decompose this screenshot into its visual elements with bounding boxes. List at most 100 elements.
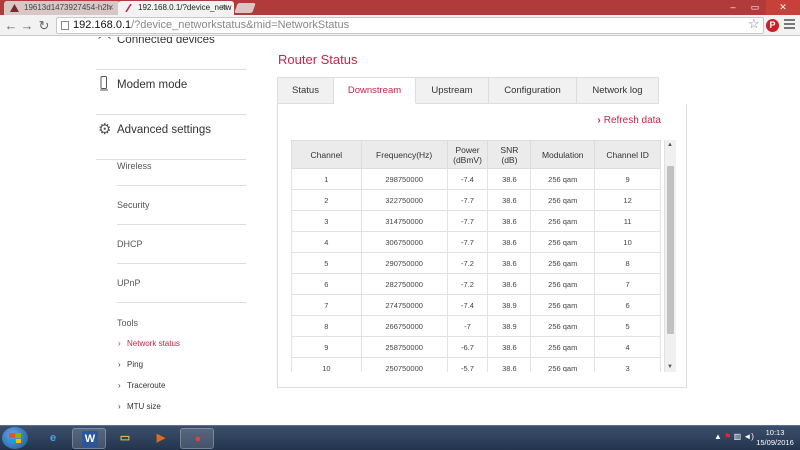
table-row: 4 306750000 -7.7 38.6 256 qam 10 <box>291 231 661 253</box>
back-arrow-icon[interactable]: ← <box>4 17 18 34</box>
table-cell: 4 <box>291 231 362 253</box>
sidebar-item-label: Wireless <box>117 161 152 171</box>
modem-icon <box>100 76 108 91</box>
table-cell: 256 qam <box>530 273 596 295</box>
taskbar-word[interactable]: W <box>72 428 106 449</box>
downstream-table: Channel Frequency(Hz) Power (dBmV) SNR (dB… <box>291 140 661 372</box>
word-icon: W <box>82 431 98 447</box>
table-cell: -7.2 <box>446 252 489 274</box>
table-cell: 250750000 <box>360 357 448 372</box>
browser-menu-icon[interactable] <box>784 19 795 31</box>
system-clock[interactable]: 10:13 15/09/2016 <box>752 428 798 448</box>
table-cell: 38.6 <box>487 210 532 232</box>
table-cell: 256 qam <box>530 168 596 190</box>
tab-network-log[interactable]: Network log <box>577 77 659 104</box>
table-cell: 38.9 <box>487 315 532 337</box>
network-icon[interactable]: ▥ <box>734 432 742 441</box>
browser-tab-1[interactable]: 19613d1473927454-h2h ✕ <box>4 1 120 15</box>
browser-toolbar: ← → ↻ 192.168.0.1/?device_networkstatus&… <box>0 15 800 36</box>
taskbar-chrome[interactable]: ● <box>180 428 214 449</box>
scroll-down-arrow-icon[interactable]: ▼ <box>667 364 673 370</box>
downstream-panel: › Refresh data Channel Frequency(Hz) Powe… <box>277 104 687 388</box>
table-cell: 256 qam <box>530 189 596 211</box>
close-tab-icon[interactable]: ✕ <box>221 1 228 15</box>
table-row: 7 274750000 -7.4 38.9 256 qam 6 <box>291 294 661 316</box>
sidebar-item-label: DHCP <box>117 239 143 249</box>
table-cell: 290750000 <box>360 252 448 274</box>
tab-upstream[interactable]: Upstream <box>416 77 489 104</box>
sidebar-item-upnp[interactable]: UPnP <box>117 264 246 303</box>
table-cell: 6 <box>291 273 362 295</box>
tab-status[interactable]: Status <box>277 77 334 104</box>
taskbar-file-explorer[interactable]: ▭ <box>108 428 142 449</box>
table-scrollbar[interactable]: ▲ ▼ <box>664 140 676 372</box>
column-header-text: Channel ID <box>606 149 649 160</box>
tool-network-status[interactable]: › Network status <box>118 339 180 348</box>
close-tab-icon[interactable]: ✕ <box>107 1 114 15</box>
tool-ping[interactable]: › Ping <box>118 360 143 369</box>
taskbar-media-player[interactable]: ▶ <box>144 428 178 449</box>
chevron-right-icon: › <box>597 115 601 126</box>
tool-label: Network status <box>127 339 180 348</box>
table-cell: 256 qam <box>530 210 596 232</box>
downstream-table-container[interactable]: Channel Frequency(Hz) Power (dBmV) SNR (dB… <box>291 140 676 372</box>
table-cell: 10 <box>594 231 661 253</box>
address-bar[interactable]: 192.168.0.1/?device_networkstatus&mid=Ne… <box>56 17 764 34</box>
taskbar-internet-explorer[interactable]: e <box>36 428 70 449</box>
windows-taskbar: e W ▭ ▶ ● ▲ ⚑ ▥ ◄) 10:13 15/09/2016 <box>0 425 800 450</box>
sidebar-item-wireless[interactable]: Wireless <box>117 147 246 186</box>
minimize-icon[interactable]: – <box>722 0 744 15</box>
bookmark-star-icon[interactable]: ☆ <box>748 16 760 32</box>
table-cell: 306750000 <box>360 231 448 253</box>
sidebar-item-label: Security <box>117 200 150 210</box>
sidebar-item-modem-mode[interactable]: Modem mode <box>96 70 246 115</box>
pinterest-extension-icon[interactable]: P <box>766 19 779 32</box>
table-cell: 1 <box>291 168 362 190</box>
show-hidden-icons-icon[interactable]: ▲ <box>714 432 722 441</box>
chevron-right-icon: › <box>118 402 121 411</box>
table-cell: 258750000 <box>360 336 448 358</box>
table-cell: 322750000 <box>360 189 448 211</box>
action-center-flag-icon[interactable]: ⚑ <box>724 432 731 441</box>
tab-downstream[interactable]: Downstream <box>334 77 416 104</box>
maximize-icon[interactable]: ▭ <box>744 0 766 15</box>
start-button[interactable] <box>2 427 28 449</box>
table-cell: 9 <box>291 336 362 358</box>
url-path: /?device_networkstatus&mid=NetworkStatus <box>131 19 350 31</box>
table-cell: 256 qam <box>530 231 596 253</box>
table-cell: 4 <box>594 336 661 358</box>
scrollbar-thumb[interactable] <box>667 166 674 334</box>
router-page: ⌒ Connected devices Modem mode ⚙ Advance… <box>0 37 800 425</box>
tool-mtu-size[interactable]: › MTU size <box>118 402 161 411</box>
table-row: 3 314750000 -7.7 38.6 256 qam 11 <box>291 210 661 232</box>
table-cell: 256 qam <box>530 336 596 358</box>
column-header-frequency: Frequency(Hz) <box>360 140 448 169</box>
sidebar-item-connected-devices[interactable]: ⌒ Connected devices <box>96 37 246 70</box>
table-cell: 3 <box>291 210 362 232</box>
column-header-text: Frequency(Hz) <box>376 149 433 160</box>
clock-time: 10:13 <box>765 428 785 437</box>
forward-arrow-icon[interactable]: → <box>20 17 34 34</box>
tab-configuration[interactable]: Configuration <box>489 77 577 104</box>
refresh-data-link[interactable]: › Refresh data <box>597 115 661 126</box>
new-tab-button[interactable] <box>234 3 256 13</box>
tool-label: Ping <box>127 360 144 369</box>
sidebar-item-dhcp[interactable]: DHCP <box>117 225 246 264</box>
chevron-right-icon: › <box>118 339 121 348</box>
column-header-channel-id: Channel ID <box>594 140 661 169</box>
sidebar-item-security[interactable]: Security <box>117 186 246 225</box>
tool-traceroute[interactable]: › Traceroute <box>118 381 165 390</box>
scroll-up-arrow-icon[interactable]: ▲ <box>667 142 673 148</box>
chevron-right-icon: › <box>118 381 121 390</box>
table-cell: 38.6 <box>487 252 532 274</box>
tool-label: MTU size <box>127 402 161 411</box>
browser-tab-2[interactable]: 192.168.0.1/?device_netw ✕ <box>118 1 234 15</box>
close-window-icon[interactable]: ✕ <box>766 0 800 15</box>
sidebar-item-label: UPnP <box>117 278 141 288</box>
reload-icon[interactable]: ↻ <box>37 17 51 34</box>
column-header-text: (dB) <box>501 154 518 165</box>
column-header-snr: SNR (dB) <box>487 140 532 169</box>
table-row: 1 298750000 -7.4 38.6 256 qam 9 <box>291 168 661 190</box>
tool-label: Traceroute <box>127 381 166 390</box>
table-cell: 5 <box>594 315 661 337</box>
